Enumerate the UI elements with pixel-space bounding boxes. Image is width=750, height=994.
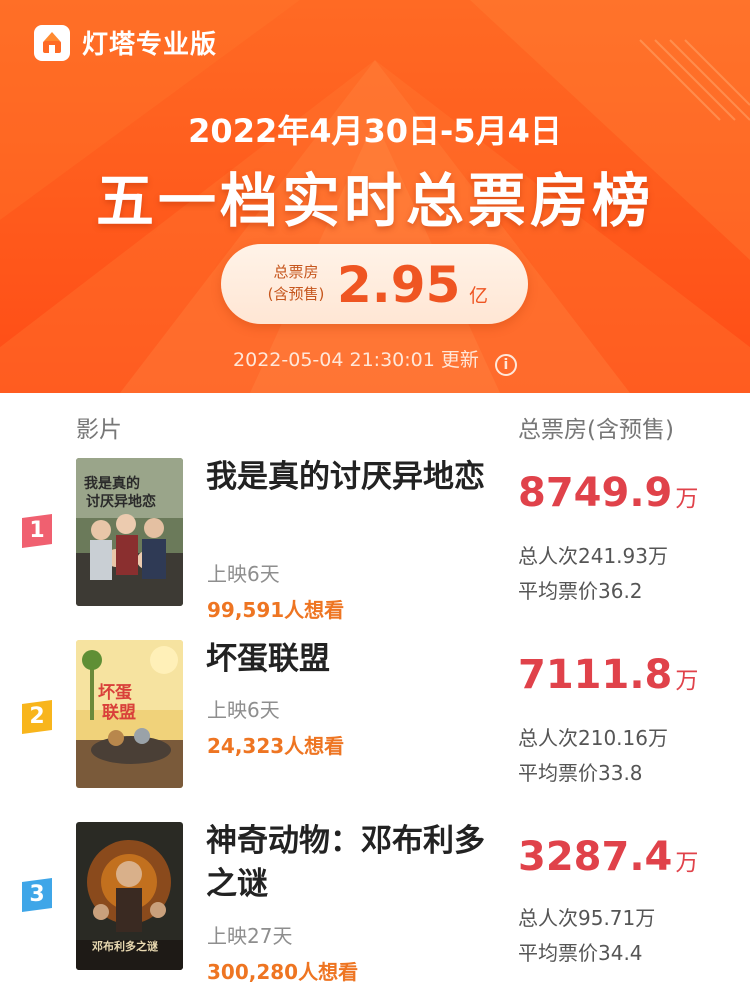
total-label-line1: 总票房	[273, 263, 319, 281]
total-viewers: 总人次241.93万	[518, 544, 668, 568]
total-viewers: 总人次95.71万	[518, 906, 656, 930]
svg-text:邓布利多之谜: 邓布利多之谜	[92, 939, 159, 953]
update-time: 2022-05-04 21:30:01	[233, 349, 435, 371]
column-header-box-office: 总票房(含预售)	[518, 417, 674, 443]
total-unit: 亿	[469, 285, 489, 307]
total-value: 2.95	[337, 256, 461, 314]
movie-title[interactable]: 我是真的讨厌异地恋	[206, 456, 491, 499]
movie-title[interactable]: 坏蛋联盟	[206, 638, 491, 681]
page-title: 五一档实时总票房榜	[95, 167, 654, 235]
box-office-value: 8749.9	[518, 470, 673, 516]
update-label: 更新	[440, 349, 479, 371]
rank-badge: 2	[20, 700, 54, 734]
total-label: 总票房 (含预售)	[261, 261, 331, 305]
box-office-unit: 万	[675, 486, 699, 512]
header-banner: 灯塔专业版 2022年4月30日-5月4日 五一档实时总票房榜 总票房 (含预售…	[0, 0, 750, 393]
release-days: 上映27天	[207, 924, 293, 948]
brand-name: 灯塔专业版	[82, 30, 218, 60]
date-range: 2022年4月30日-5月4日	[188, 112, 562, 150]
info-icon[interactable]: i	[494, 354, 517, 376]
movie-box-office: 7111.8 万	[518, 652, 698, 698]
average-price: 平均票价33.8	[518, 761, 643, 785]
total-label-line2: (含预售)	[267, 285, 325, 303]
brand: 灯塔专业版	[34, 24, 217, 61]
average-price: 平均票价36.2	[518, 579, 643, 603]
movie-poster[interactable]: 坏蛋 联盟	[76, 640, 183, 788]
svg-text:我是真的: 我是真的	[84, 475, 140, 492]
svg-text:联盟: 联盟	[102, 703, 136, 723]
movie-box-office: 3287.4 万	[518, 834, 698, 880]
box-office-value: 7111.8	[518, 652, 673, 698]
box-office-unit: 万	[675, 850, 699, 876]
average-price: 平均票价34.4	[518, 941, 643, 965]
want-to-see-count: 300,280人想看	[207, 960, 359, 984]
lighthouse-logo-icon	[34, 24, 70, 61]
column-header-film: 影片	[76, 417, 122, 443]
rank-number: 2	[29, 704, 45, 729]
total-box-office-card: 总票房 (含预售) 2.95 亿	[221, 244, 528, 324]
rank-badge: 1	[20, 514, 54, 548]
svg-text:坏蛋: 坏蛋	[98, 683, 132, 703]
svg-text:讨厌异地恋: 讨厌异地恋	[86, 493, 156, 510]
box-office-value: 3287.4	[518, 834, 673, 880]
rank-number: 3	[29, 882, 45, 907]
movie-box-office: 8749.9 万	[518, 470, 698, 516]
movie-poster[interactable]: 邓布利多之谜	[76, 822, 183, 970]
total-viewers: 总人次210.16万	[518, 726, 668, 750]
want-to-see-count: 24,323人想看	[207, 734, 345, 758]
box-office-unit: 万	[675, 668, 699, 694]
update-row: 2022-05-04 21:30:01 更新 i	[0, 345, 750, 376]
release-days: 上映6天	[207, 698, 280, 722]
movie-poster[interactable]: 我是真的 讨厌异地恋	[76, 458, 183, 606]
rank-badge: 3	[20, 878, 54, 912]
rank-number: 1	[29, 518, 45, 543]
movie-title[interactable]: 神奇动物：邓布利多之谜	[206, 820, 491, 906]
release-days: 上映6天	[207, 562, 280, 586]
want-to-see-count: 99,591人想看	[207, 598, 345, 622]
